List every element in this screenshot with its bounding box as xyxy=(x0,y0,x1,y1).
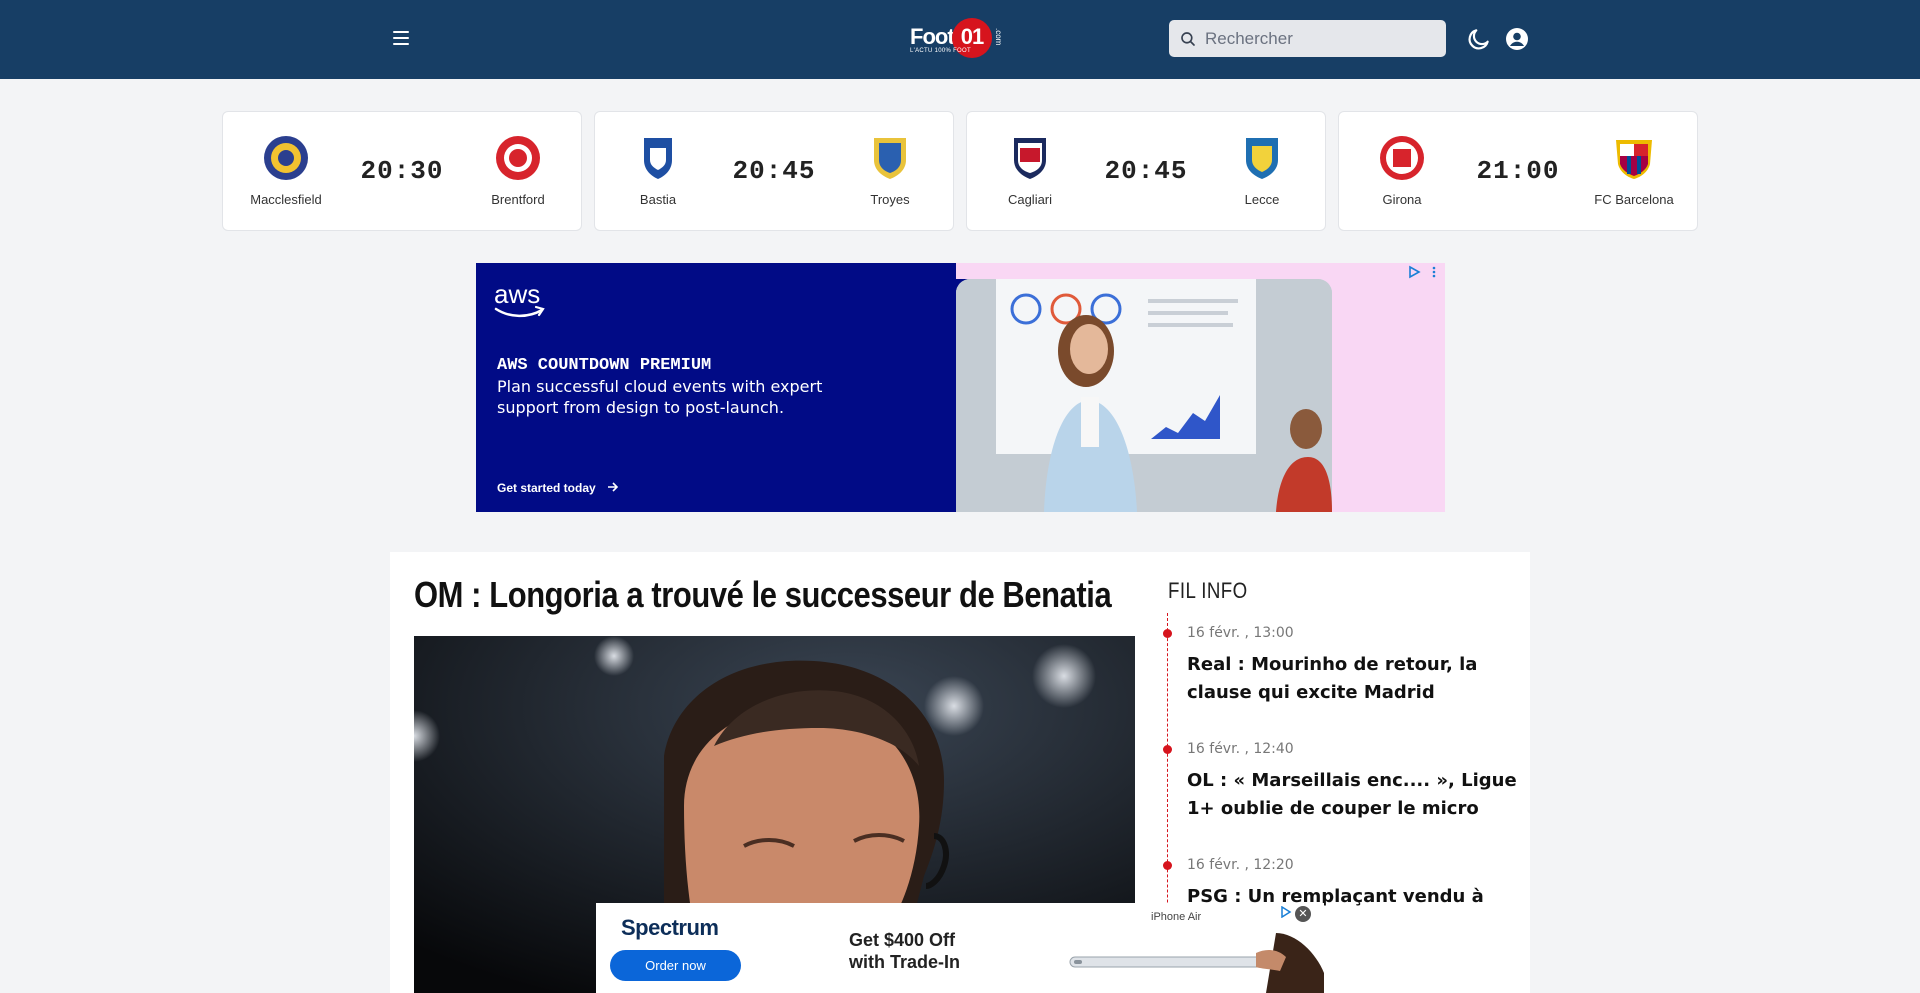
adchoices-icon[interactable] xyxy=(1280,906,1292,918)
order-now-button[interactable]: Order now xyxy=(610,950,741,981)
site-logo[interactable]: Foot 01 L'ACTU 100% FOOT .com xyxy=(910,18,1003,58)
away-team: FC Barcelona xyxy=(1579,134,1689,207)
team-crest-icon xyxy=(1616,140,1652,179)
timeline-dot xyxy=(1163,745,1172,754)
search-icon[interactable] xyxy=(1179,30,1197,48)
news-item-link[interactable]: OL : « Marseillais enc.... », Ligue 1+ o… xyxy=(1187,767,1517,823)
team-crest-icon xyxy=(1246,138,1278,179)
close-icon[interactable]: ✕ xyxy=(1295,906,1311,922)
search-box xyxy=(1169,20,1446,57)
arrow-right-icon xyxy=(608,482,619,492)
ad-panel-top xyxy=(956,263,1445,279)
team-name: Lecce xyxy=(1244,192,1280,207)
team-crest-icon xyxy=(496,136,540,180)
logo-suffix: .com xyxy=(994,28,1003,46)
top-header: Foot 01 L'ACTU 100% FOOT .com xyxy=(0,0,1920,79)
team-crest-icon xyxy=(874,138,906,179)
news-timestamp: 16 févr. , 13:00 xyxy=(1187,625,1294,641)
article-headline[interactable]: OM : Longoria a trouvé le successeur de … xyxy=(414,573,1112,617)
presenter-photo xyxy=(956,279,1332,512)
news-timestamp: 16 févr. , 12:40 xyxy=(1187,741,1294,757)
news-item-link[interactable]: Real : Mourinho de retour, la clause qui… xyxy=(1187,651,1517,707)
sticky-ad[interactable]: Spectrum Order now Get $400 Off with Tra… xyxy=(596,903,1324,993)
ad-body-text: Plan successful cloud events with expert… xyxy=(497,377,823,417)
adchoices-icon[interactable] xyxy=(1407,265,1421,279)
match-card[interactable]: Bastia 20:45 Troyes xyxy=(594,111,954,231)
user-icon[interactable] xyxy=(1505,27,1529,51)
news-timestamp: 16 févr. , 12:20 xyxy=(1187,857,1294,873)
away-team: Lecce xyxy=(1207,134,1317,207)
team-name: Macclesfield xyxy=(250,192,322,207)
ad-offer-text: Get $400 Off with Trade-In xyxy=(849,930,961,972)
away-team: Troyes xyxy=(835,134,945,207)
away-team: Brentford xyxy=(463,134,573,207)
team-name: Bastia xyxy=(639,192,677,207)
match-card[interactable]: Cagliari 20:45 Lecce xyxy=(966,111,1326,231)
ad-banner[interactable]: aws AWS COUNTDOWN PREMIUM Plan successfu… xyxy=(476,263,1445,512)
fil-info-heading: FIL INFO xyxy=(1168,578,1248,603)
team-name: Girona xyxy=(1382,192,1422,207)
team-name: Brentford xyxy=(491,192,545,207)
ad-headline: AWS COUNTDOWN PREMIUM xyxy=(497,356,712,375)
logo-number: 01 xyxy=(960,24,984,49)
product-label: iPhone Air xyxy=(1151,911,1202,923)
ad-photo xyxy=(956,279,1332,512)
timeline-dot xyxy=(1163,629,1172,638)
phone-image xyxy=(1066,923,1324,993)
ad-cta-label: Get started today xyxy=(497,481,596,495)
ad-cta-link[interactable]: Get started today xyxy=(497,481,619,495)
timeline-dot xyxy=(1163,861,1172,870)
aws-smile-icon xyxy=(494,305,545,318)
logo-text: Foot xyxy=(910,24,955,49)
menu-icon[interactable] xyxy=(390,28,412,50)
moon-icon[interactable] xyxy=(1466,26,1492,52)
team-name: FC Barcelona xyxy=(1594,192,1674,207)
logo-tagline: L'ACTU 100% FOOT xyxy=(910,48,971,54)
match-card[interactable]: Girona 21:00 FC Barcelona xyxy=(1338,111,1698,231)
match-card[interactable]: Macclesfield 20:30 Brentford xyxy=(222,111,582,231)
more-options-icon[interactable] xyxy=(1429,265,1439,279)
team-name: Troyes xyxy=(870,192,910,207)
team-name: Cagliari xyxy=(1007,192,1053,207)
spectrum-logo: Spectrum xyxy=(621,915,719,940)
search-input[interactable] xyxy=(1205,20,1435,57)
